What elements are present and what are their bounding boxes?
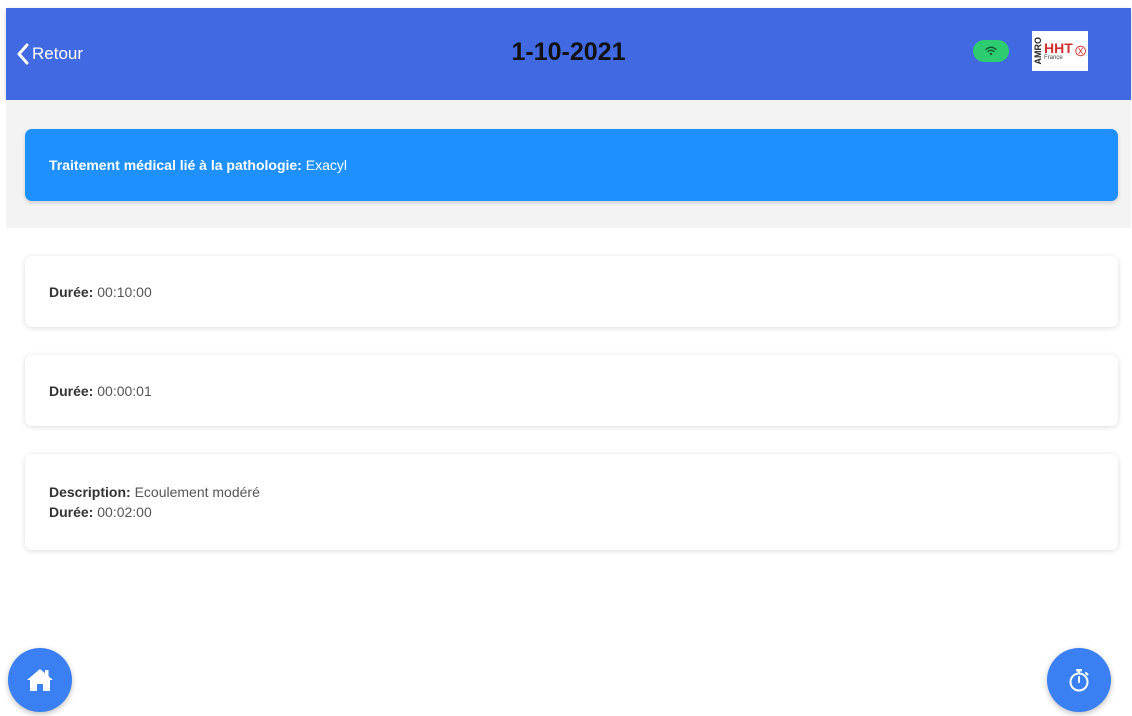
amro-hht-logo: AMRO HHT France bbox=[1032, 31, 1088, 71]
description-label: Description: bbox=[49, 484, 131, 500]
treatment-label: Traitement médical lié à la pathologie: bbox=[49, 157, 302, 173]
duration-value: 00:00:01 bbox=[97, 382, 152, 399]
home-button[interactable] bbox=[8, 648, 72, 712]
duration-value: 00:02:00 bbox=[97, 504, 152, 520]
entry-card[interactable]: Durée: 00:10:00 bbox=[25, 256, 1118, 327]
duration-label: Durée: bbox=[49, 283, 94, 300]
logo-main-text: HHT bbox=[1044, 39, 1073, 56]
back-button[interactable]: Retour bbox=[16, 40, 83, 68]
duration-row: Durée: 00:02:00 bbox=[49, 502, 1118, 522]
connection-status-badge bbox=[973, 40, 1009, 62]
entry-card[interactable]: Durée: 00:00:01 bbox=[25, 355, 1118, 426]
chevron-left-icon bbox=[17, 43, 29, 65]
entry-card[interactable]: Description: Ecoulement modéré Durée: 00… bbox=[25, 454, 1118, 550]
duration-label: Durée: bbox=[49, 382, 94, 399]
home-icon bbox=[27, 669, 53, 691]
duration-row: Durée: 00:00:01 bbox=[49, 381, 1118, 401]
page-title: 1-10-2021 bbox=[511, 38, 626, 66]
back-label: Retour bbox=[32, 44, 84, 63]
stopwatch-icon bbox=[1069, 669, 1089, 692]
wifi-icon bbox=[985, 46, 997, 56]
logo-main: HHT France bbox=[1044, 41, 1073, 62]
treatment-value: Exacyl bbox=[305, 157, 347, 173]
logo-sub-text: France bbox=[1044, 54, 1063, 61]
logo-emblem-icon bbox=[1075, 45, 1086, 57]
description-value: Ecoulement modéré bbox=[134, 484, 260, 500]
treatment-banner: Traitement médical lié à la pathologie: … bbox=[25, 129, 1118, 201]
duration-row: Durée: 00:10:00 bbox=[49, 282, 1118, 302]
app-screen: Retour 1-10-2021 AMRO HHT France Traitem… bbox=[0, 0, 1132, 716]
duration-value: 00:10:00 bbox=[97, 283, 152, 300]
logo-side-text: AMRO bbox=[1033, 37, 1043, 65]
description-row: Description: Ecoulement modéré bbox=[49, 482, 1118, 502]
top-app-bar: Retour 1-10-2021 bbox=[6, 8, 1131, 100]
duration-label: Durée: bbox=[49, 504, 94, 520]
timer-button[interactable] bbox=[1047, 648, 1111, 712]
